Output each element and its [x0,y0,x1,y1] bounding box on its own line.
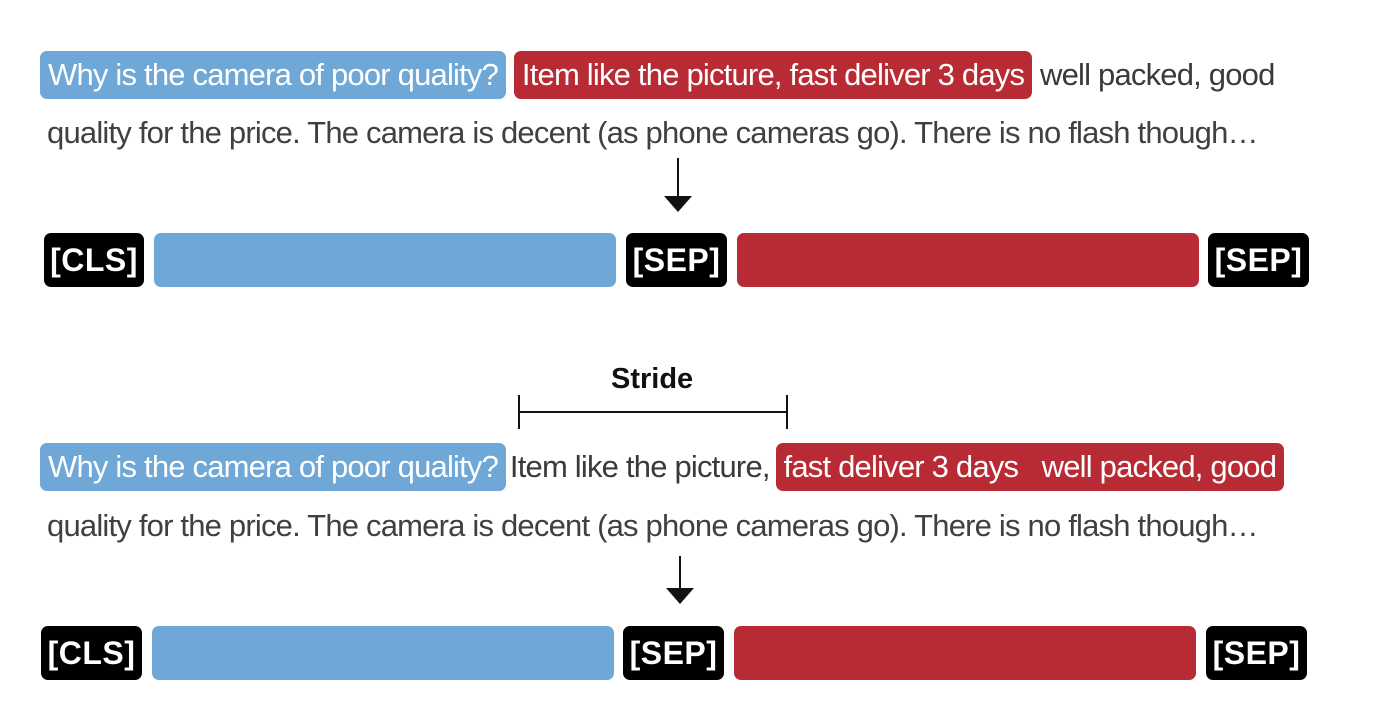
top-question-block [154,233,616,287]
bottom-text-line-2: quality for the price. The camera is dec… [47,508,1259,543]
bottom-context-plain: Item like the picture, [509,449,771,484]
top-context-block [737,233,1199,287]
top-arrow-shaft [677,158,679,198]
top-text-line-1: Why is the camera of poor quality? Item … [40,51,1275,99]
top-question-highlight: Why is the camera of poor quality? [40,51,507,99]
top-cls-token: [CLS] [44,233,144,287]
bottom-text-line-1: Why is the camera of poor quality? Item … [40,443,1285,491]
top-context-rest: well packed, good [1040,57,1275,92]
top-arrow-head [664,196,692,212]
bottom-context-highlight: fast deliver 3 days well packed, good [775,443,1285,491]
bottom-arrow-head [666,588,694,604]
top-context-highlight: Item like the picture, fast deliver 3 da… [513,51,1033,99]
bottom-sep-token-1: [SEP] [623,626,724,680]
bottom-question-block [152,626,614,680]
top-sep-token-2: [SEP] [1208,233,1309,287]
bottom-sep-token-2: [SEP] [1206,626,1307,680]
top-sep-token-1: [SEP] [626,233,727,287]
bottom-question-highlight: Why is the camera of poor quality? [40,443,507,491]
bottom-context-block [734,626,1196,680]
bottom-cls-token: [CLS] [41,626,142,680]
bottom-example: Why is the camera of poor quality? Item … [0,360,1384,717]
top-example: Why is the camera of poor quality? Item … [0,0,1384,320]
top-text-line-2: quality for the price. The camera is dec… [47,115,1259,150]
